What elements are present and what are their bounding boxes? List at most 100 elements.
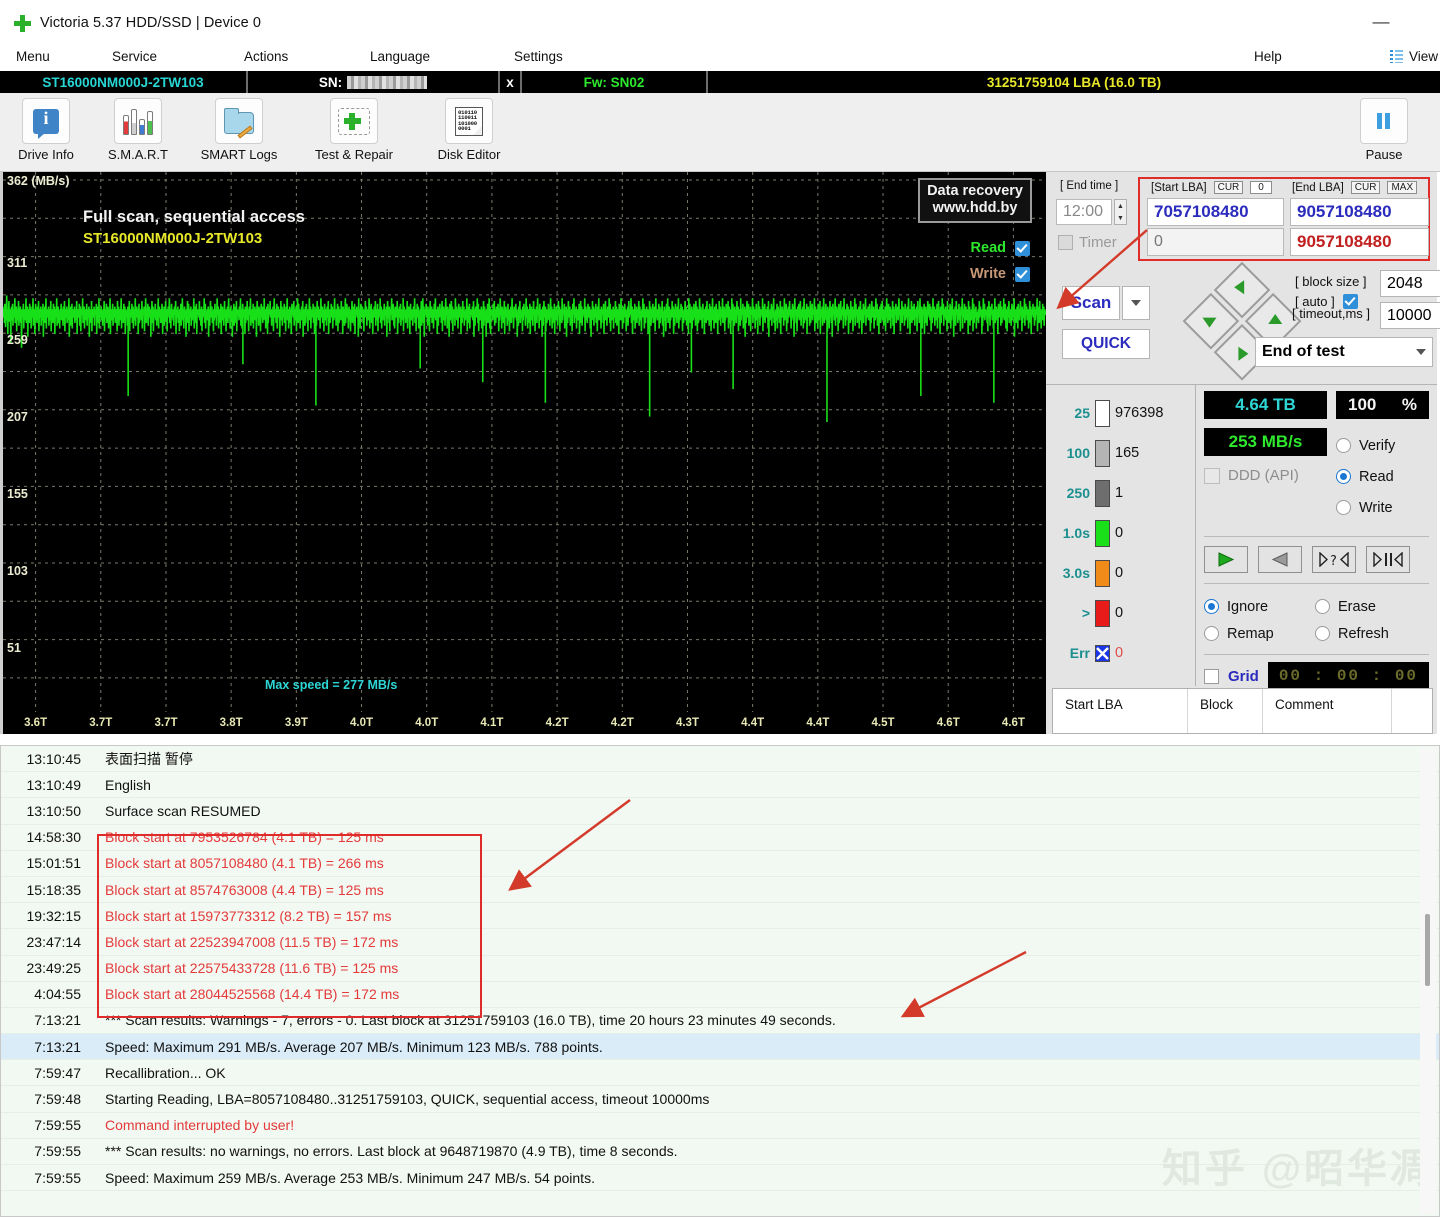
mode-write[interactable]: Write [1336, 492, 1395, 523]
seek-unknown-button[interactable]: ? [1312, 546, 1356, 573]
log-row[interactable]: 7:59:55Command interrupted by user! [1, 1113, 1439, 1139]
scan-button[interactable]: Scan [1062, 286, 1120, 320]
end-lba-cur-button[interactable]: CUR [1351, 181, 1381, 194]
grid-checkbox[interactable] [1204, 669, 1219, 684]
log-row[interactable]: 19:32:15Block start at 15973773312 (8.2 … [1, 903, 1439, 929]
mode-verify[interactable]: Verify [1336, 430, 1395, 461]
end-time-spinner[interactable]: ▲▼ [1114, 199, 1127, 225]
toolbar-smart[interactable]: S.M.A.R.T [92, 98, 184, 162]
log-row[interactable]: 7:59:47Recallibration... OK [1, 1060, 1439, 1086]
log-row[interactable]: 7:59:48Starting Reading, LBA=8057108480.… [1, 1086, 1439, 1112]
menu-item-actions[interactable]: Actions [244, 49, 288, 64]
start-lba-zero-button[interactable]: 0 [1250, 181, 1272, 194]
end-of-test-select[interactable]: End of test [1255, 337, 1433, 367]
action-remap[interactable]: Remap [1204, 626, 1299, 642]
menu-item-service[interactable]: Service [112, 49, 157, 64]
toolbar-test-repair[interactable]: Test & Repair [294, 98, 414, 162]
toolbar-smart-logs[interactable]: SMART Logs [184, 98, 294, 162]
log-row[interactable]: 7:13:21*** Scan results: Warnings - 7, e… [1, 1008, 1439, 1034]
ddd-checkbox[interactable] [1204, 468, 1220, 484]
log-scrollbar[interactable] [1420, 748, 1436, 1214]
menu-item-language[interactable]: Language [370, 49, 430, 64]
legend-read-checkbox[interactable] [1015, 241, 1030, 256]
x-tick: 4.4T [720, 717, 785, 729]
action-ignore[interactable]: Ignore [1204, 599, 1299, 615]
log-row[interactable]: 13:10:45表面扫描 暂停 [1, 746, 1439, 772]
mode-read-radio[interactable] [1336, 469, 1351, 484]
view-button[interactable]: View [1390, 49, 1438, 64]
seek-end-button[interactable] [1366, 546, 1410, 573]
action-remap-radio[interactable] [1204, 626, 1219, 641]
quick-button[interactable]: QUICK [1062, 329, 1150, 359]
x-tick: 3.6T [3, 717, 68, 729]
play-forward-button[interactable] [1204, 546, 1248, 573]
mode-read-label: Read [1359, 469, 1394, 485]
legend-read[interactable]: Read [971, 240, 1030, 256]
log-row[interactable]: 13:10:49English [1, 772, 1439, 798]
legend-write[interactable]: Write [970, 266, 1030, 282]
timer-checkbox-row[interactable]: Timer [1058, 234, 1117, 251]
log-scrollbar-thumb[interactable] [1425, 914, 1430, 986]
toolbar-pause[interactable]: Pause [1338, 98, 1430, 162]
log-timestamp: 15:01:51 [1, 855, 93, 871]
ddd-row[interactable]: DDD (API) [1204, 467, 1327, 484]
log-row[interactable]: 23:49:25Block start at 22575433728 (11.6… [1, 956, 1439, 982]
hist-threshold: 3.0s [1056, 565, 1090, 581]
menu-item-menu[interactable]: Menu [16, 49, 50, 64]
legend-write-checkbox[interactable] [1015, 267, 1030, 282]
log-row[interactable]: 15:18:35Block start at 8574763008 (4.4 T… [1, 877, 1439, 903]
toolbar-drive-info[interactable]: Drive Info [0, 98, 92, 162]
timeout-select[interactable]: 10000 [1380, 302, 1440, 329]
block-size-select[interactable]: 2048 [1380, 270, 1440, 297]
log-timestamp: 7:59:47 [1, 1065, 93, 1081]
toolbar-disk-editor[interactable]: 0101101100111010000001 Disk Editor [414, 98, 524, 162]
smart-bars-icon [123, 107, 153, 135]
start-lba-secondary-input[interactable]: 0 [1147, 228, 1284, 256]
navigation-pad[interactable] [1180, 262, 1304, 386]
x-tick: 3.7T [133, 717, 198, 729]
log-message: Starting Reading, LBA=8057108480..312517… [93, 1091, 709, 1107]
log-row[interactable]: 13:10:50Surface scan RESUMED [1, 798, 1439, 824]
start-lba-input[interactable]: 7057108480 [1147, 198, 1284, 226]
x-tick: 4.3T [655, 717, 720, 729]
x-tick: 4.5T [850, 717, 915, 729]
menu-bar: Menu Service Actions Language Settings H… [0, 46, 1440, 71]
device-serial: SN: [248, 71, 500, 93]
action-ignore-radio[interactable] [1204, 599, 1219, 614]
action-erase[interactable]: Erase [1315, 599, 1376, 615]
end-time-input[interactable]: 12:00 [1056, 199, 1112, 225]
action-erase-radio[interactable] [1315, 599, 1330, 614]
scan-dropdown-button[interactable] [1122, 286, 1150, 320]
minimize-button[interactable]: — [1366, 12, 1396, 34]
timer-checkbox[interactable] [1058, 235, 1073, 250]
mode-verify-radio[interactable] [1336, 438, 1351, 453]
mode-write-radio[interactable] [1336, 500, 1351, 515]
hist-threshold: 100 [1056, 445, 1090, 461]
log-panel[interactable]: 13:10:45表面扫描 暂停13:10:49English13:10:50Su… [0, 745, 1440, 1217]
hist-threshold: 250 [1056, 485, 1090, 501]
end-lba-max-button[interactable]: MAX [1387, 181, 1417, 194]
x-tick: 4.6T [981, 717, 1046, 729]
menu-item-settings[interactable]: Settings [514, 49, 563, 64]
speed-graph[interactable]: 362 (MB/s) 311 259 207 155 103 51 Full s… [0, 172, 1046, 734]
hist-value: 976398 [1115, 405, 1163, 421]
log-message: Block start at 7953526784 (4.1 TB) = 125… [93, 829, 384, 845]
hist-value: 0 [1115, 525, 1123, 541]
log-row[interactable]: 7:13:21Speed: Maximum 291 MB/s. Average … [1, 1034, 1439, 1060]
log-row[interactable]: 15:01:51Block start at 8057108480 (4.1 T… [1, 851, 1439, 877]
hist-threshold: 25 [1056, 405, 1090, 421]
action-refresh[interactable]: Refresh [1315, 626, 1389, 642]
hist-threshold: > [1056, 605, 1090, 621]
log-message: English [93, 777, 151, 793]
action-refresh-radio[interactable] [1315, 626, 1330, 641]
log-row[interactable]: 23:47:14Block start at 22523947008 (11.5… [1, 929, 1439, 955]
log-row[interactable]: 14:58:30Block start at 7953526784 (4.1 T… [1, 825, 1439, 851]
start-lba-cur-button[interactable]: CUR [1214, 181, 1244, 194]
log-row[interactable]: 4:04:55Block start at 28044525568 (14.4 … [1, 982, 1439, 1008]
serial-clear-button[interactable]: x [500, 71, 522, 93]
end-lba-secondary-input[interactable]: 9057108480 [1290, 228, 1429, 256]
play-back-button[interactable] [1258, 546, 1302, 573]
menu-item-help[interactable]: Help [1254, 49, 1282, 64]
end-lba-input[interactable]: 9057108480 [1290, 198, 1429, 226]
mode-read[interactable]: Read [1336, 461, 1395, 492]
